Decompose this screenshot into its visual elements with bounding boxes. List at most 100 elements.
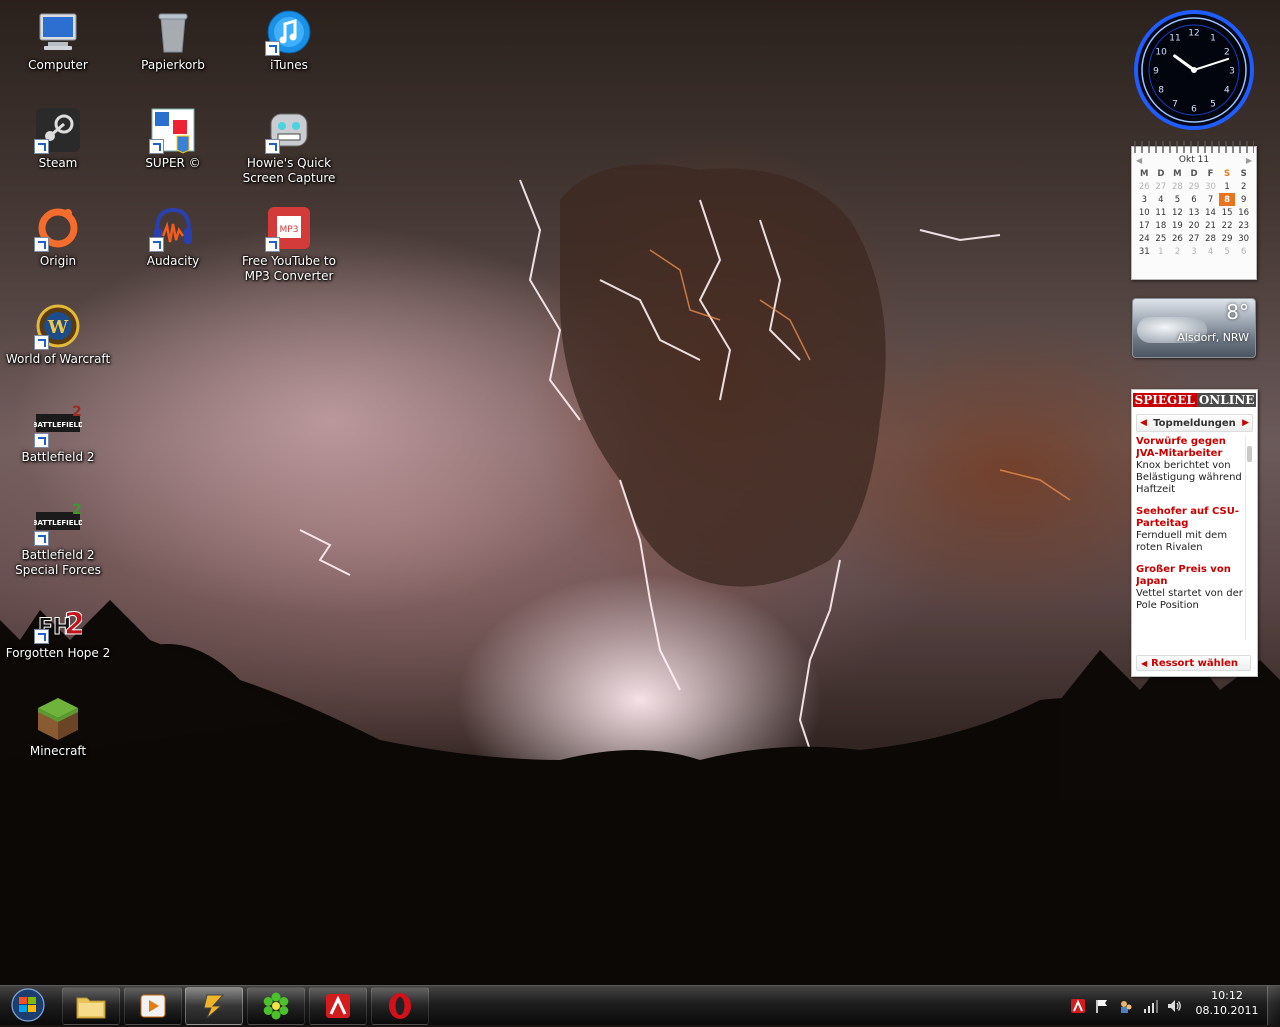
calendar-day[interactable]: 28 [1202,232,1219,245]
ressort-select[interactable]: ◀ Ressort wählen [1136,655,1251,671]
ressort-label: Ressort wählen [1151,657,1239,669]
news-item[interactable]: Großer Preis von Japan Vettel startet von… [1136,564,1244,612]
news-headline[interactable]: Großer Preis von Japan [1136,564,1244,588]
calendar-day[interactable]: 27 [1186,232,1203,245]
shortcut-arrow-icon [34,531,49,546]
calendar-day[interactable]: 4 [1202,245,1219,258]
taskbar-avira[interactable] [309,987,367,1025]
desktop-icon-itunes[interactable]: iTunes [233,8,345,73]
calendar-day[interactable]: 23 [1235,219,1252,232]
desktop-icon-recycle-bin[interactable]: Papierkorb [117,8,229,73]
taskbar-clock[interactable]: 10:12 08.10.2011 [1192,988,1262,1018]
action-center-flag-icon[interactable] [1094,998,1110,1014]
calendar-month: Okt 11 [1178,155,1210,165]
calendar-today[interactable]: 8 [1218,193,1236,206]
calendar-day[interactable]: 31 [1136,245,1153,258]
calendar-grid: M D M D F S S 26 27 28 29 30 1 2 3 4 5 6 7 8 9 10 11 12 13 14 15 16… [1136,167,1252,258]
calendar-day[interactable]: 19 [1169,219,1186,232]
spiegel-logo[interactable]: SPIEGEL ONLINE [1132,390,1257,410]
calendar-day[interactable]: 20 [1186,219,1203,232]
news-item[interactable]: Vorwürfe gegen JVA-Mitarbeiter Knox beric… [1136,436,1244,496]
weather-gadget[interactable]: 8° Alsdorf, NRW [1132,298,1256,358]
calendar-day[interactable]: 10 [1136,206,1153,219]
calendar-day[interactable]: 29 [1186,180,1203,193]
calendar-day[interactable]: 6 [1186,193,1203,206]
calendar-day[interactable]: 26 [1169,232,1186,245]
calendar-day[interactable]: 16 [1235,206,1252,219]
calendar-day[interactable]: 21 [1202,219,1219,232]
calendar-day[interactable]: 2 [1235,180,1252,193]
svg-text:MP3: MP3 [280,225,299,235]
calendar-day[interactable]: 2 [1169,245,1186,258]
desktop-icon-steam[interactable]: Steam [2,106,114,171]
calendar-day[interactable]: 4 [1153,193,1170,206]
shortcut-arrow-icon [265,139,280,154]
signal-bars-icon[interactable] [1142,998,1158,1014]
avira-icon [326,994,350,1018]
calendar-day[interactable]: 13 [1186,206,1203,219]
network-users-icon[interactable] [1118,998,1134,1014]
calendar-day[interactable]: 1 [1219,180,1236,193]
calendar-day[interactable]: 5 [1169,193,1186,206]
desktop-icon-mp3-converter[interactable]: MP3 Free YouTube to MP3 Converter [233,204,345,284]
desktop-icon-screen-capture[interactable]: Howie's Quick Screen Capture [233,106,345,186]
desktop-icon-computer[interactable]: Computer [2,8,114,73]
news-item[interactable]: Seehofer auf CSU-Parteitag Fernduell mit … [1136,506,1244,554]
calendar-day[interactable]: 26 [1136,180,1153,193]
news-headline[interactable]: Vorwürfe gegen JVA-Mitarbeiter [1136,436,1244,460]
prev-month-icon[interactable]: ◀ [1136,156,1142,165]
calendar-day[interactable]: 25 [1153,232,1170,245]
weekday-header: D [1157,168,1165,179]
calendar-day[interactable]: 17 [1136,219,1153,232]
desktop-icon-super[interactable]: SUPER © [117,106,229,171]
next-section-icon[interactable]: ▶ [1242,418,1249,428]
windows-orb-icon [11,988,45,1022]
taskbar-opera[interactable] [371,987,429,1025]
desktop-icon-label: Audacity [146,254,200,268]
desktop-icon-audacity[interactable]: Audacity [117,204,229,269]
calendar-day[interactable]: 18 [1153,219,1170,232]
desktop-icon-label: Free YouTube to MP3 Converter [242,254,336,283]
calendar-day[interactable]: 27 [1153,180,1170,193]
clock-gadget[interactable]: 12 1 2 3 4 5 6 7 8 9 10 11 [1132,8,1256,132]
news-scrollbar[interactable] [1245,436,1253,640]
calendar-day[interactable]: 9 [1235,193,1252,206]
taskbar-explorer[interactable] [62,987,120,1025]
news-headline[interactable]: Seehofer auf CSU-Parteitag [1136,506,1244,530]
shortcut-arrow-icon [34,139,49,154]
avira-tray-icon[interactable] [1070,998,1086,1014]
calendar-day[interactable]: 15 [1219,206,1236,219]
calendar-day[interactable]: 5 [1219,245,1236,258]
desktop-icon-origin[interactable]: Origin [2,204,114,269]
calendar-day[interactable]: 28 [1169,180,1186,193]
volume-speaker-icon[interactable] [1166,998,1182,1014]
desktop-icon-battlefield2[interactable]: BATTLEFIELD 2 Battlefield 2 [2,400,114,465]
scroll-thumb[interactable] [1247,446,1252,462]
taskbar-winamp[interactable] [185,987,243,1025]
desktop-icon-label: Howie's Quick Screen Capture [242,156,336,185]
calendar-day[interactable]: 6 [1235,245,1252,258]
calendar-gadget[interactable]: ◀ Okt 11 ▶ M D M D F S S 26 27 28 29 30 1 2 3 4 5 6 7 8 9 10 1… [1131,141,1257,280]
taskbar-media-player[interactable] [124,987,182,1025]
calendar-day[interactable]: 3 [1186,245,1203,258]
calendar-day[interactable]: 24 [1136,232,1153,245]
next-month-icon[interactable]: ▶ [1246,156,1252,165]
desktop-icon-minecraft[interactable]: Minecraft [2,694,114,759]
calendar-day[interactable]: 11 [1153,206,1170,219]
start-button[interactable] [6,987,50,1023]
desktop-icon-battlefield2-sf[interactable]: BATTLEFIELD 2 Battlefield 2 Special Forces [2,498,114,578]
taskbar-icq[interactable] [247,987,305,1025]
desktop-icon-forgotten-hope[interactable]: FH 2 Forgotten Hope 2 [2,596,114,661]
calendar-day[interactable]: 22 [1219,219,1236,232]
calendar-day[interactable]: 7 [1202,193,1219,206]
desktop-icon-wow[interactable]: W World of Warcraft [2,302,114,367]
calendar-day[interactable]: 12 [1169,206,1186,219]
calendar-day[interactable]: 29 [1219,232,1236,245]
show-desktop-button[interactable] [1267,986,1280,1025]
calendar-day[interactable]: 30 [1235,232,1252,245]
prev-section-icon[interactable]: ◀ [1140,418,1147,428]
calendar-day[interactable]: 30 [1202,180,1219,193]
calendar-day[interactable]: 14 [1202,206,1219,219]
calendar-day[interactable]: 1 [1153,245,1170,258]
calendar-day[interactable]: 3 [1136,193,1153,206]
